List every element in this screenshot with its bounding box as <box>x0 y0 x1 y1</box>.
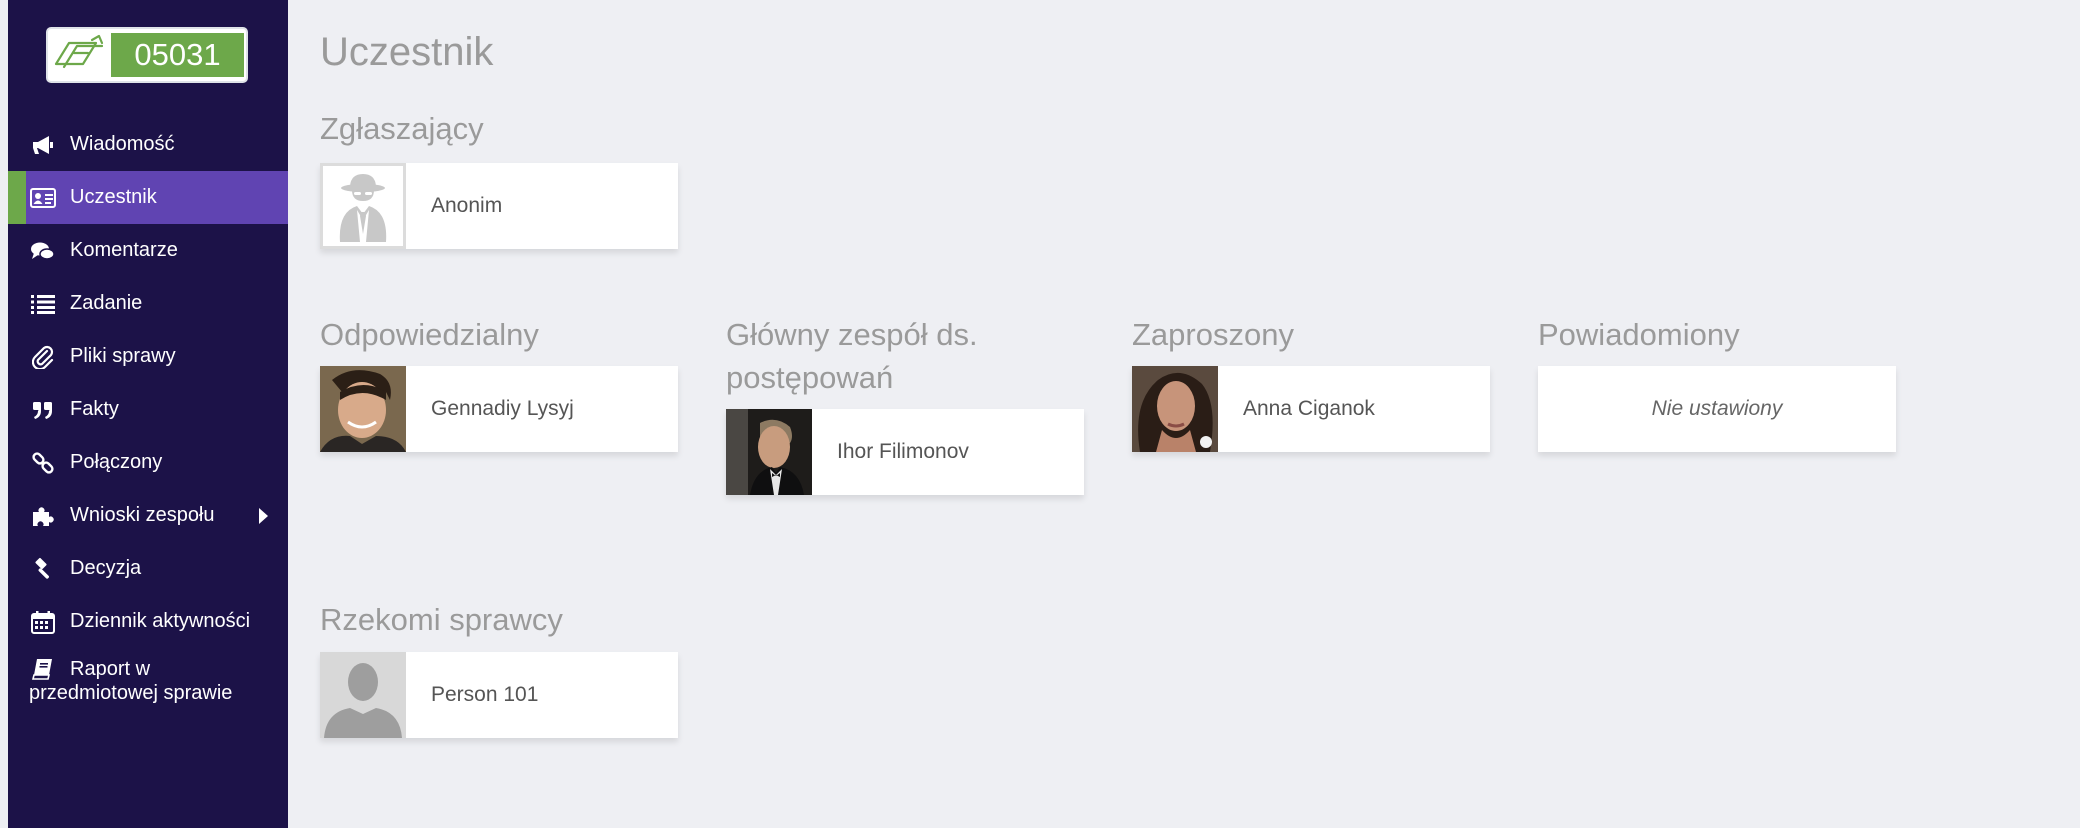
empty-value: Nie ustawiony <box>1651 397 1783 420</box>
sidebar-item-label: Połączony <box>70 451 163 473</box>
sidebar-item-label: Dziennik aktywności <box>70 610 251 632</box>
case-logo-icon <box>50 31 110 79</box>
sidebar-item-pliki-sprawy[interactable]: Pliki sprawy <box>8 330 288 383</box>
section-heading-reporter: Zgłaszający <box>320 111 484 146</box>
calendar-icon <box>30 609 56 635</box>
left-edge <box>0 0 8 828</box>
sidebar-nav: Wiadomość Uczestnik Komentarze Zadanie P… <box>8 118 288 710</box>
sidebar-item-polaczony[interactable]: Połączony <box>8 436 288 489</box>
sidebar-item-dziennik-aktywnosci[interactable]: Dziennik aktywności <box>8 595 288 648</box>
sidebar-item-decyzja[interactable]: Decyzja <box>8 542 288 595</box>
sidebar: 05031 Wiadomość Uczestnik Komentarze Zad… <box>8 0 288 828</box>
participant-name: Ihor Filimonov <box>837 440 969 463</box>
section-heading-notified: Powiadomiony <box>1538 317 1740 352</box>
sidebar-item-wnioski-zespolu[interactable]: Wnioski zespołu <box>8 489 288 542</box>
case-number: 05031 <box>111 33 244 77</box>
id-card-icon <box>30 185 56 211</box>
list-icon <box>30 291 56 317</box>
section-heading-responsible: Odpowiedzialny <box>320 317 539 352</box>
sidebar-item-zadanie[interactable]: Zadanie <box>8 277 288 330</box>
sidebar-item-label: Fakty <box>70 398 119 420</box>
section-heading-team-line2: postępowań <box>726 360 894 395</box>
participant-name: Gennadiy Lysyj <box>431 397 574 420</box>
quote-icon <box>30 397 56 423</box>
sidebar-item-label: Zadanie <box>70 292 143 314</box>
participant-name: Anna Ciganok <box>1243 397 1375 420</box>
sidebar-item-label: Uczestnik <box>70 186 157 208</box>
sidebar-item-label: Pliki sprawy <box>70 345 176 367</box>
participant-card-team[interactable]: Ihor Filimonov <box>726 409 1084 495</box>
sidebar-item-raport[interactable]: Raport w przedmiotowej sprawie <box>8 648 288 710</box>
participant-name: Anonim <box>431 194 503 217</box>
anonymous-icon <box>320 163 406 249</box>
sidebar-item-label: Decyzja <box>70 557 142 579</box>
caret-right-icon[interactable] <box>259 508 268 524</box>
sidebar-item-label: Wiadomość <box>70 133 175 155</box>
participant-name: Person 101 <box>431 683 539 706</box>
puzzle-icon <box>30 503 56 529</box>
participant-card-responsible[interactable]: Gennadiy Lysyj <box>320 366 678 452</box>
silhouette-icon <box>320 652 406 738</box>
participant-card-reporter[interactable]: Anonim <box>320 163 678 249</box>
book-icon <box>30 656 56 682</box>
sidebar-item-label: Komentarze <box>70 239 178 261</box>
comments-icon <box>30 238 56 264</box>
paperclip-icon <box>30 344 56 370</box>
page-title: Uczestnik <box>320 30 494 74</box>
user-photo <box>320 366 406 452</box>
megaphone-icon <box>30 132 56 158</box>
user-photo <box>1132 366 1218 452</box>
user-photo <box>726 409 812 495</box>
participant-card-notified[interactable]: Nie ustawiony <box>1538 366 1896 452</box>
case-number-badge[interactable]: 05031 <box>46 27 248 83</box>
gavel-icon <box>30 556 56 582</box>
sidebar-item-label: Raport w <box>70 658 151 680</box>
section-heading-invited: Zaproszony <box>1132 317 1294 352</box>
link-icon <box>30 450 56 476</box>
section-heading-perpetrators: Rzekomi sprawcy <box>320 602 563 637</box>
section-heading-team-line1: Główny zespół ds. <box>726 317 978 352</box>
sidebar-item-label: Wnioski zespołu <box>70 504 215 526</box>
sidebar-item-fakty[interactable]: Fakty <box>8 383 288 436</box>
sidebar-item-komentarze[interactable]: Komentarze <box>8 224 288 277</box>
section-heading-team: Główny zespół ds. postępowań <box>726 313 978 399</box>
sidebar-item-uczestnik[interactable]: Uczestnik <box>8 171 288 224</box>
participant-card-invited[interactable]: Anna Ciganok <box>1132 366 1490 452</box>
sidebar-item-label-line2: przedmiotowej sprawie <box>29 682 233 704</box>
sidebar-item-wiadomosc[interactable]: Wiadomość <box>8 118 288 171</box>
participant-card-perpetrator[interactable]: Person 101 <box>320 652 678 738</box>
